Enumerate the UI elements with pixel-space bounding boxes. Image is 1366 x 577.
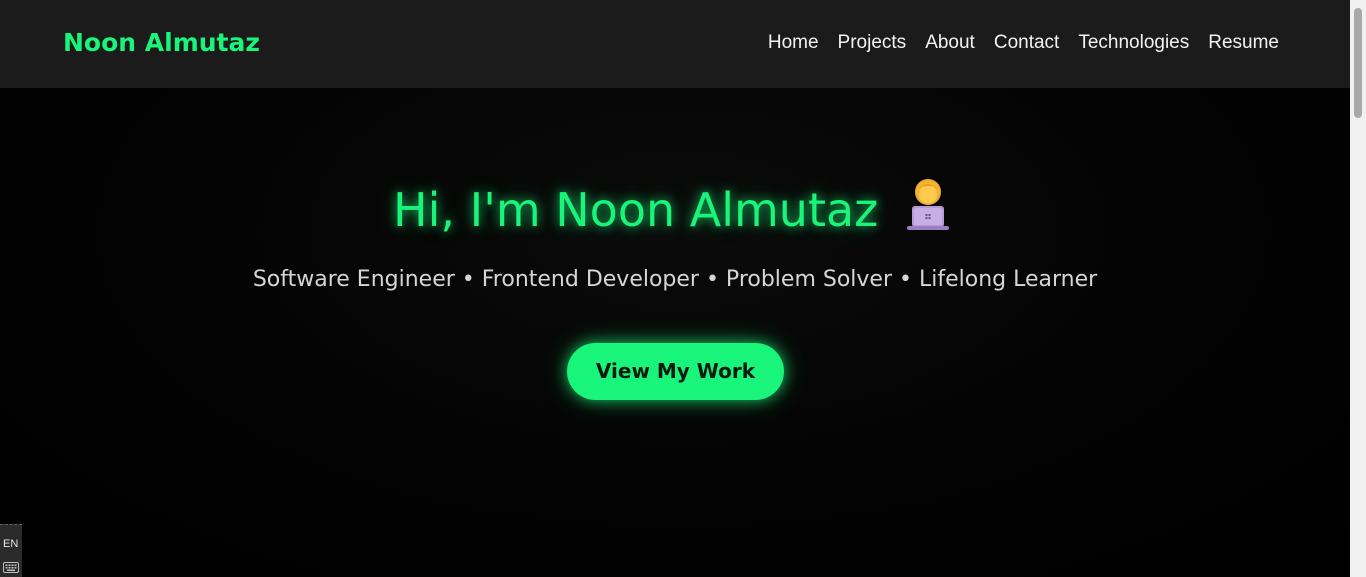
hero-title: Hi, I'm Noon Almutaz	[393, 183, 879, 237]
navbar: Noon Almutaz Home Projects About Contact…	[0, 0, 1350, 88]
hero-subtitle: Software Engineer • Frontend Developer •…	[252, 267, 1098, 292]
language-indicator[interactable]: EN	[0, 524, 22, 577]
keyboard-icon	[3, 562, 19, 573]
nav-link-technologies[interactable]: Technologies	[1078, 31, 1189, 55]
nav-link-contact[interactable]: Contact	[994, 31, 1059, 55]
language-label: EN	[3, 538, 19, 550]
page: Noon Almutaz Home Projects About Contact…	[0, 0, 1366, 577]
hero-title-row: Hi, I'm Noon Almutaz	[0, 176, 1350, 241]
scrollbar-thumb[interactable]	[1354, 8, 1362, 118]
brand-logo-link[interactable]: Noon Almutaz	[63, 26, 260, 60]
nav-link-home[interactable]: Home	[768, 31, 819, 55]
nav-link-about[interactable]: About	[925, 31, 975, 55]
nav-links: Home Projects About Contact Technologies…	[749, 31, 1279, 55]
nav-link-resume[interactable]: Resume	[1208, 31, 1279, 55]
view-my-work-button[interactable]: View My Work	[567, 343, 784, 400]
nav-link-projects[interactable]: Projects	[838, 31, 907, 55]
page-scrollbar[interactable]	[1350, 0, 1366, 577]
woman-technologist-icon	[906, 179, 949, 230]
